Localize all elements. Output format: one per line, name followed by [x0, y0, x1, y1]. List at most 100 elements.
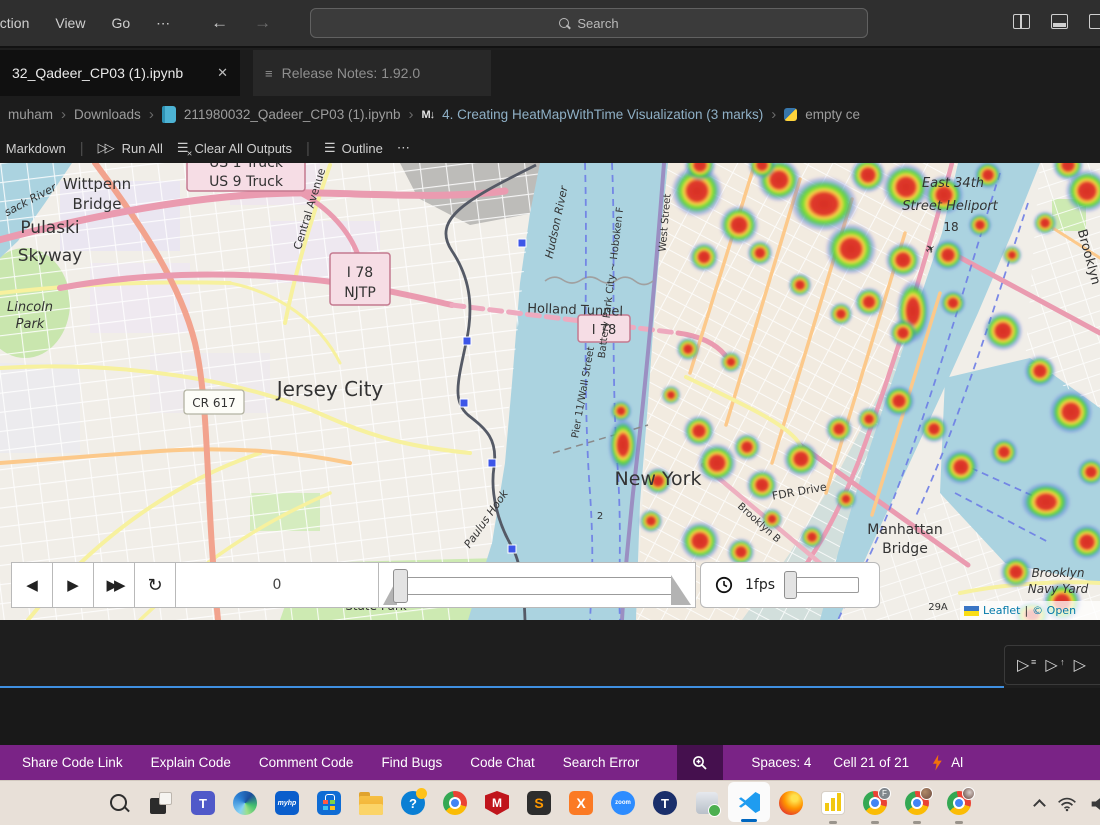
- edge-icon: [233, 791, 257, 815]
- vscode-window: ection View Go ⋯ ← → Search 32_Qadeer_CP…: [0, 0, 1100, 825]
- notebook-background: ▷≡ ▷↑ ▷: [0, 620, 1100, 688]
- split-editor-icon[interactable]: [1013, 14, 1030, 29]
- map-label: Lincoln: [7, 300, 53, 315]
- ms-store-button[interactable]: [308, 781, 350, 825]
- play-button[interactable]: ▶: [52, 562, 94, 608]
- breadcrumb-folder[interactable]: Downloads: [74, 107, 141, 122]
- xampp-app-button[interactable]: X: [560, 781, 602, 825]
- notebook-background-lower: [0, 688, 1100, 745]
- sublime-app-button[interactable]: S: [518, 781, 560, 825]
- execute-above-icon[interactable]: ▷↑: [1045, 655, 1057, 675]
- profile-badge: F: [878, 787, 891, 800]
- find-bugs-button[interactable]: Find Bugs: [381, 755, 442, 770]
- start-button[interactable]: [56, 781, 98, 825]
- chrome-profile-3-button[interactable]: [938, 781, 980, 825]
- map-label: Skyway: [18, 246, 82, 266]
- teamviewer-icon: T: [653, 791, 677, 815]
- toggle-panel-icon[interactable]: [1051, 14, 1068, 29]
- powerbi-icon: [821, 791, 845, 815]
- toggle-sidebar-icon[interactable]: [1089, 14, 1100, 29]
- zoom-app-button[interactable]: zoom: [602, 781, 644, 825]
- tray-expand-icon[interactable]: [1033, 799, 1046, 812]
- cell-position-status[interactable]: Cell 21 of 21: [833, 755, 909, 770]
- taskbar-search-button[interactable]: [98, 781, 140, 825]
- breadcrumb: muham › Downloads › 211980032_Qadeer_CP0…: [0, 96, 1100, 133]
- run-all-label: Run All: [122, 141, 163, 156]
- divider: |: [306, 140, 310, 157]
- mcafee-app-button[interactable]: M: [476, 781, 518, 825]
- file-explorer-button[interactable]: [350, 781, 392, 825]
- powerbi-app-button[interactable]: [812, 781, 854, 825]
- close-icon[interactable]: ✕: [217, 65, 228, 81]
- leaflet-map[interactable]: Wittpenn Bridge Pulaski Skyway US 1 Truc…: [0, 163, 1100, 620]
- task-view-button[interactable]: [140, 781, 182, 825]
- hp-support-button[interactable]: ?: [392, 781, 434, 825]
- indentation-status[interactable]: Spaces: 4: [751, 755, 811, 770]
- teams-icon: T: [191, 791, 215, 815]
- menu-selection[interactable]: ection: [0, 15, 29, 31]
- zoom-status-chip[interactable]: [677, 745, 723, 780]
- back-icon[interactable]: ←: [211, 13, 228, 33]
- slider-track[interactable]: [397, 577, 673, 595]
- firefox-app-button[interactable]: [770, 781, 812, 825]
- tab-notebook[interactable]: 32_Qadeer_CP03 (1).ipynb ✕: [0, 50, 240, 96]
- fps-handle[interactable]: [784, 571, 797, 599]
- running-indicator: [871, 821, 879, 824]
- teamviewer-app-button[interactable]: T: [644, 781, 686, 825]
- run-cell-icon[interactable]: ▷: [1074, 655, 1086, 675]
- add-markdown-button[interactable]: + Markdown: [0, 140, 66, 157]
- map-label: 18: [943, 220, 958, 234]
- clear-all-outputs-button[interactable]: ☰✕ Clear All Outputs: [177, 140, 292, 156]
- step-back-button[interactable]: ◀: [11, 562, 53, 608]
- clear-outputs-label: Clear All Outputs: [195, 141, 293, 156]
- menu-view[interactable]: View: [55, 15, 85, 31]
- clock-icon: [715, 576, 733, 594]
- ai-status[interactable]: Al: [951, 755, 963, 770]
- chrome-profile-2-button[interactable]: [896, 781, 938, 825]
- sublime-icon: S: [527, 791, 551, 815]
- running-indicator: [955, 821, 963, 824]
- code-chat-button[interactable]: Code Chat: [470, 755, 535, 770]
- menu-go[interactable]: Go: [111, 15, 130, 31]
- breadcrumb-file[interactable]: 211980032_Qadeer_CP03 (1).ipynb: [184, 107, 401, 122]
- sql-server-app-button[interactable]: [686, 781, 728, 825]
- map-label: Manhattan: [867, 522, 942, 538]
- menu-more-icon[interactable]: ⋯: [156, 15, 171, 32]
- ms-store-icon: [317, 791, 341, 815]
- notebook-toolbar: + Markdown | ▷▷ Run All ☰✕ Clear All Out…: [0, 133, 1100, 163]
- share-code-link-button[interactable]: Share Code Link: [22, 755, 123, 770]
- time-slider[interactable]: [378, 562, 696, 608]
- more-actions-icon[interactable]: ⋯: [397, 140, 411, 156]
- search-label: Search: [577, 16, 618, 31]
- outline-button[interactable]: ☰ Outline: [324, 140, 383, 156]
- chrome-icon: [905, 791, 929, 815]
- forward-icon: →: [254, 13, 271, 33]
- comment-code-button[interactable]: Comment Code: [259, 755, 354, 770]
- notebook-file-icon: [162, 106, 176, 123]
- firefox-icon: [779, 791, 803, 815]
- wifi-icon[interactable]: [1057, 796, 1077, 812]
- loop-button[interactable]: ↻: [134, 562, 176, 608]
- chrome-app-button[interactable]: [434, 781, 476, 825]
- breadcrumb-folder[interactable]: muham: [8, 107, 53, 122]
- breadcrumb-cell[interactable]: empty ce: [805, 107, 860, 122]
- myhp-app-button[interactable]: myhp: [266, 781, 308, 825]
- teams-app-button[interactable]: T: [182, 781, 224, 825]
- vscode-app-button[interactable]: [728, 782, 770, 822]
- slider-handle[interactable]: [393, 569, 408, 603]
- tab-release-notes[interactable]: ≡ Release Notes: 1.92.0: [253, 50, 491, 96]
- fps-slider[interactable]: [787, 577, 859, 593]
- command-center-search[interactable]: Search: [310, 8, 868, 38]
- osm-link[interactable]: © Open: [1032, 604, 1076, 617]
- execute-below-icon[interactable]: ▷≡: [1017, 655, 1029, 675]
- chrome-profile-f-button[interactable]: F: [854, 781, 896, 825]
- run-all-button[interactable]: ▷▷ Run All: [98, 140, 163, 156]
- fast-forward-button[interactable]: ▶▶: [93, 562, 135, 608]
- search-error-button[interactable]: Search Error: [563, 755, 640, 770]
- chevron-right-icon: ›: [149, 106, 154, 123]
- explain-code-button[interactable]: Explain Code: [151, 755, 231, 770]
- volume-icon[interactable]: [1090, 796, 1100, 812]
- edge-app-button[interactable]: [224, 781, 266, 825]
- breadcrumb-section[interactable]: 4. Creating HeatMapWithTime Visualizatio…: [442, 107, 763, 122]
- leaflet-link[interactable]: Leaflet: [983, 604, 1020, 617]
